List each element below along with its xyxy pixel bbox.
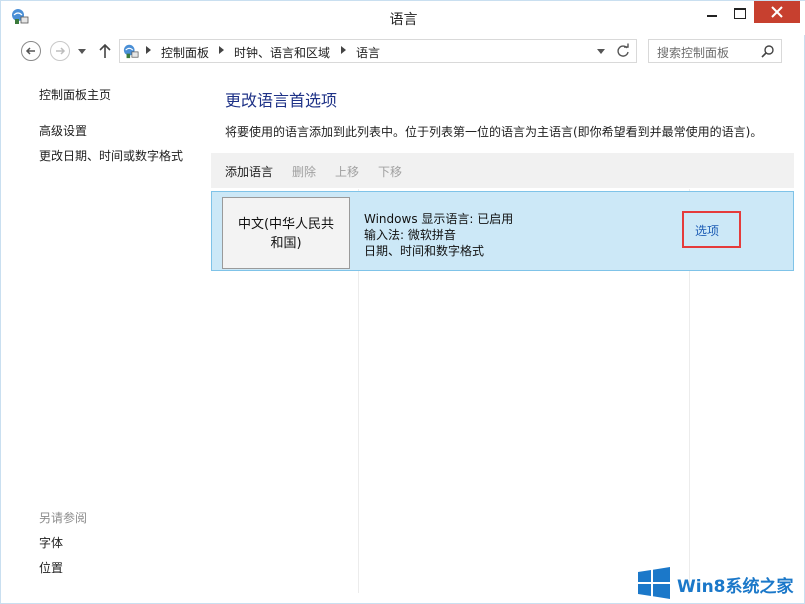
- navigation-bar: 控制面板 时钟、语言和区域 语言 搜索控制面板: [1, 37, 805, 67]
- title-bar: 语言: [1, 1, 805, 35]
- breadcrumb-separator-icon[interactable]: [219, 46, 224, 54]
- move-up-button[interactable]: 上移: [335, 163, 359, 180]
- language-toolbar: 添加语言 删除 上移 下移: [211, 153, 794, 188]
- see-also-link-location[interactable]: 位置: [39, 559, 63, 576]
- add-language-button[interactable]: 添加语言: [225, 163, 273, 180]
- up-arrow-icon[interactable]: [98, 42, 112, 60]
- display-language-status: Windows 显示语言: 已启用: [364, 212, 514, 226]
- sidebar-link-control-panel-home[interactable]: 控制面板主页: [39, 86, 111, 103]
- breadcrumb-separator-icon[interactable]: [146, 46, 151, 54]
- see-also-heading: 另请参阅: [39, 511, 88, 525]
- watermark-text: Win8系统之家: [677, 577, 794, 597]
- arrow-right-icon: [56, 47, 66, 55]
- address-bar[interactable]: 控制面板 时钟、语言和区域 语言: [119, 39, 637, 63]
- forward-button[interactable]: [50, 41, 70, 61]
- close-button[interactable]: [754, 1, 800, 23]
- date-time-format-status: 日期、时间和数字格式: [364, 244, 485, 258]
- search-icon[interactable]: [761, 44, 775, 58]
- input-method-status: 输入法: 微软拼音: [364, 228, 456, 242]
- minimize-button[interactable]: [698, 1, 726, 27]
- window-title: 语言: [389, 12, 418, 28]
- sidebar: 控制面板主页 高级设置 更改日期、时间或数字格式 另请参阅 字体 位置: [1, 67, 206, 597]
- language-window: 语言 控制面板 时钟、语言和区域 语言 搜索控制面板 控制面板主页 高级设置 更…: [0, 0, 805, 604]
- search-input[interactable]: 搜索控制面板: [648, 39, 782, 63]
- language-tile[interactable]: 中文(中华人民共 和国): [222, 197, 350, 269]
- options-link[interactable]: 选项: [695, 222, 719, 239]
- language-row[interactable]: 中文(中华人民共 和国) Windows 显示语言: 已启用 输入法: 微软拼音…: [211, 191, 794, 271]
- maximize-button[interactable]: [726, 1, 752, 27]
- sidebar-link-advanced-settings[interactable]: 高级设置: [39, 122, 87, 139]
- search-placeholder: 搜索控制面板: [657, 46, 730, 60]
- watermark: Win8系统之家: [637, 565, 805, 604]
- refresh-icon[interactable]: [615, 43, 631, 59]
- language-list: 中文(中华人民共 和国) Windows 显示语言: 已启用 输入法: 微软拼音…: [211, 189, 794, 593]
- language-name-line1: 中文(中华人民共: [237, 217, 335, 232]
- close-icon: [771, 6, 783, 18]
- move-down-button[interactable]: 下移: [378, 163, 402, 180]
- language-name-line2: 和国): [270, 236, 302, 251]
- breadcrumb-control-panel[interactable]: 控制面板: [161, 44, 209, 61]
- remove-button[interactable]: 删除: [292, 163, 316, 180]
- breadcrumb-language[interactable]: 语言: [356, 44, 380, 61]
- control-panel-icon: [123, 44, 139, 59]
- page-title: 更改语言首选项: [225, 91, 338, 110]
- language-name: 中文(中华人民共 和国): [227, 215, 345, 253]
- address-history-dropdown[interactable]: [597, 49, 605, 54]
- breadcrumb-clock-language-region[interactable]: 时钟、语言和区域: [234, 44, 330, 61]
- options-highlight-box: 选项: [682, 211, 741, 248]
- page-description: 将要使用的语言添加到此列表中。位于列表第一位的语言为主语言(即你希望看到并最常使…: [225, 125, 763, 139]
- sidebar-link-change-date-time-format[interactable]: 更改日期、时间或数字格式: [39, 147, 183, 164]
- breadcrumb-separator-icon[interactable]: [341, 46, 346, 54]
- windows-logo-icon: [638, 567, 670, 599]
- recent-locations-dropdown[interactable]: [78, 49, 86, 54]
- arrow-left-icon: [25, 47, 35, 55]
- back-button[interactable]: [21, 41, 41, 61]
- see-also-link-fonts[interactable]: 字体: [39, 534, 63, 551]
